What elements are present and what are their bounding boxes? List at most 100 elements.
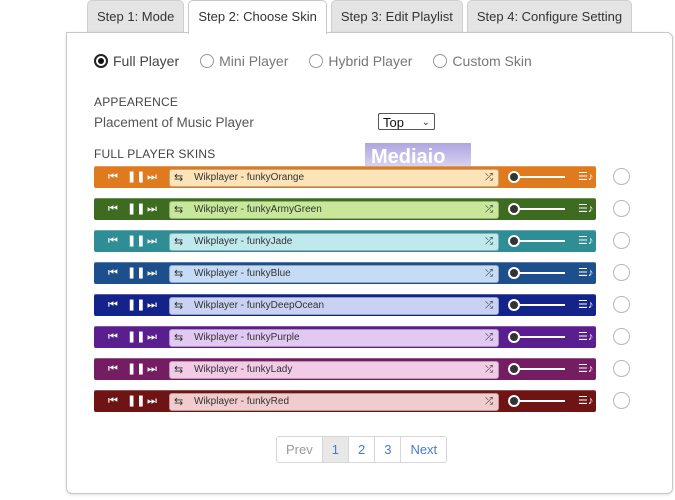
pause-icon: ❚❚: [127, 299, 146, 311]
skin-title: Wikplayer - funkyBlue: [194, 268, 291, 279]
repeat-icon: ⇆: [174, 236, 184, 248]
skip-back-icon: ⏮: [108, 203, 118, 215]
placement-label: Placement of Music Player: [94, 115, 254, 130]
skip-back-icon: ⏮: [108, 299, 118, 311]
skin-row: ⏮ ❚❚ ⏭ ⇆ Wikplayer - funkyDeepOcean ⤮ ☰♪: [94, 294, 654, 316]
skin-select-radio[interactable]: [613, 328, 630, 345]
tab-step-2-choose-skin[interactable]: Step 2: Choose Skin: [188, 0, 327, 34]
shuffle-icon: ⤮: [485, 332, 493, 343]
player-skin-preview: ⏮ ❚❚ ⏭ ⇆ Wikplayer - funkyArmyGreen ⤮ ☰♪: [94, 198, 596, 220]
skin-select-radio[interactable]: [613, 392, 630, 409]
mode-label: Full Player: [113, 53, 180, 69]
skip-back-icon: ⏮: [108, 395, 118, 407]
volume-slider-knob: [508, 203, 520, 215]
skip-back-icon: ⏮: [108, 267, 118, 279]
repeat-icon: ⇆: [174, 332, 184, 344]
pagination: Prev 1 2 3 Next: [276, 436, 448, 463]
shuffle-icon: ⤮: [485, 204, 493, 215]
choose-skin-panel: Full Player Mini Player Hybrid Player Cu…: [66, 32, 673, 494]
pagination-prev-button[interactable]: Prev: [276, 436, 323, 463]
step-tabs: Step 1: Mode Step 2: Choose Skin Step 3:…: [87, 0, 633, 34]
playlist-icon: ☰♪: [578, 171, 594, 183]
playlist-icon: ☰♪: [578, 299, 594, 311]
volume-slider-knob: [508, 363, 520, 375]
player-mode-group: Full Player Mini Player Hybrid Player Cu…: [94, 53, 553, 69]
skip-forward-icon: ⏭: [147, 395, 157, 407]
tab-step-1-mode[interactable]: Step 1: Mode: [87, 0, 185, 32]
skin-select-radio[interactable]: [613, 264, 630, 281]
volume-slider-knob: [508, 171, 520, 183]
track-display: ⇆ Wikplayer - funkyDeepOcean ⤮: [169, 297, 499, 315]
skin-row: ⏮ ❚❚ ⏭ ⇆ Wikplayer - funkyPurple ⤮ ☰♪: [94, 326, 654, 348]
skip-forward-icon: ⏭: [147, 363, 157, 375]
radio-button-checked[interactable]: [94, 54, 108, 68]
volume-slider-knob: [508, 267, 520, 279]
skin-title: Wikplayer - funkyDeepOcean: [194, 300, 325, 311]
shuffle-icon: ⤮: [485, 364, 493, 375]
track-display: ⇆ Wikplayer - funkyRed ⤮: [169, 393, 499, 411]
radio-button[interactable]: [200, 54, 215, 68]
playlist-icon: ☰♪: [578, 267, 594, 279]
repeat-icon: ⇆: [174, 172, 184, 184]
skip-forward-icon: ⏭: [147, 235, 157, 247]
playlist-icon: ☰♪: [578, 331, 594, 343]
skin-select-radio[interactable]: [613, 200, 630, 217]
skin-select-radio[interactable]: [613, 232, 630, 249]
skin-row: ⏮ ❚❚ ⏭ ⇆ Wikplayer - funkyBlue ⤮ ☰♪: [94, 262, 654, 284]
skin-row: ⏮ ❚❚ ⏭ ⇆ Wikplayer - funkyLady ⤮ ☰♪: [94, 358, 654, 380]
appearance-heading: APPEARENCE: [94, 95, 179, 109]
skip-forward-icon: ⏭: [147, 331, 157, 343]
player-skin-preview: ⏮ ❚❚ ⏭ ⇆ Wikplayer - funkyDeepOcean ⤮ ☰♪: [94, 294, 596, 316]
skin-title: Wikplayer - funkyRed: [194, 396, 290, 407]
skip-back-icon: ⏮: [108, 331, 118, 343]
mode-hybrid-player[interactable]: Hybrid Player: [309, 53, 412, 69]
skip-forward-icon: ⏭: [147, 171, 157, 183]
track-display: ⇆ Wikplayer - funkyArmyGreen ⤮: [169, 201, 499, 219]
radio-button[interactable]: [433, 54, 448, 68]
tab-step-3-edit-playlist[interactable]: Step 3: Edit Playlist: [330, 0, 463, 32]
skip-forward-icon: ⏭: [147, 267, 157, 279]
track-display: ⇆ Wikplayer - funkyBlue ⤮: [169, 265, 499, 283]
pause-icon: ❚❚: [127, 267, 146, 279]
mode-full-player[interactable]: Full Player: [94, 53, 179, 69]
repeat-icon: ⇆: [174, 300, 184, 312]
placement-select[interactable]: Top ⌄: [378, 113, 435, 130]
playlist-icon: ☰♪: [578, 363, 594, 375]
skin-title: Wikplayer - funkyPurple: [194, 332, 300, 343]
pause-icon: ❚❚: [127, 203, 146, 215]
skin-title: Wikplayer - funkyJade: [194, 236, 293, 247]
mode-mini-player[interactable]: Mini Player: [200, 53, 288, 69]
mode-custom-skin[interactable]: Custom Skin: [433, 53, 532, 69]
mode-label: Mini Player: [219, 53, 289, 69]
pagination-page-2[interactable]: 2: [347, 436, 376, 463]
player-skin-preview: ⏮ ❚❚ ⏭ ⇆ Wikplayer - funkyLady ⤮ ☰♪: [94, 358, 596, 380]
skin-select-radio[interactable]: [613, 296, 630, 313]
pause-icon: ❚❚: [127, 171, 146, 183]
tab-step-4-configure-setting[interactable]: Step 4: Configure Setting: [466, 0, 633, 32]
pagination-page-1[interactable]: 1: [321, 436, 349, 463]
player-skin-preview: ⏮ ❚❚ ⏭ ⇆ Wikplayer - funkyPurple ⤮ ☰♪: [94, 326, 596, 348]
skin-select-radio[interactable]: [613, 168, 630, 185]
shuffle-icon: ⤮: [485, 268, 493, 279]
pagination-page-3[interactable]: 3: [374, 436, 402, 463]
pause-icon: ❚❚: [127, 331, 146, 343]
player-skin-preview: ⏮ ❚❚ ⏭ ⇆ Wikplayer - funkyBlue ⤮ ☰♪: [94, 262, 596, 284]
shuffle-icon: ⤮: [485, 172, 493, 183]
track-display: ⇆ Wikplayer - funkyJade ⤮: [169, 233, 499, 251]
skin-row: ⏮ ❚❚ ⏭ ⇆ Wikplayer - funkyRed ⤮ ☰♪: [94, 390, 654, 412]
skins-list: ⏮ ❚❚ ⏭ ⇆ Wikplayer - funkyOrange ⤮ ☰♪ ⏮ ❚❚ ⏭ ⇆ Wikp…: [94, 166, 654, 422]
skin-row: ⏮ ❚❚ ⏭ ⇆ Wikplayer - funkyArmyGreen ⤮ ☰♪: [94, 198, 654, 220]
radio-button[interactable]: [309, 54, 324, 68]
skin-row: ⏮ ❚❚ ⏭ ⇆ Wikplayer - funkyJade ⤮ ☰♪: [94, 230, 654, 252]
pagination-next-button[interactable]: Next: [400, 436, 448, 463]
track-display: ⇆ Wikplayer - funkyPurple ⤮: [169, 329, 499, 347]
playlist-icon: ☰♪: [578, 203, 594, 215]
volume-slider-knob: [508, 235, 520, 247]
volume-slider-knob: [508, 331, 520, 343]
skin-title: Wikplayer - funkyLady: [194, 364, 293, 375]
skin-row: ⏮ ❚❚ ⏭ ⇆ Wikplayer - funkyOrange ⤮ ☰♪: [94, 166, 654, 188]
pause-icon: ❚❚: [127, 235, 146, 247]
shuffle-icon: ⤮: [485, 300, 493, 311]
skin-select-radio[interactable]: [613, 360, 630, 377]
player-skin-preview: ⏮ ❚❚ ⏭ ⇆ Wikplayer - funkyJade ⤮ ☰♪: [94, 230, 596, 252]
